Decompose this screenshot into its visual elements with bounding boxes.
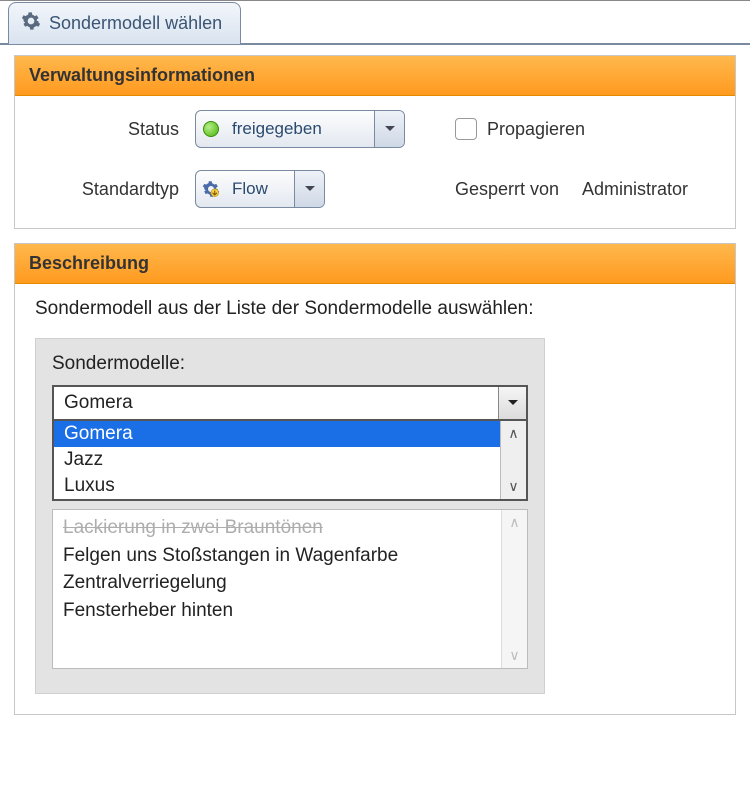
flow-gear-icon [196,180,226,198]
details-scrollbar[interactable]: ∧ ∨ [501,510,527,668]
label-standardtyp: Standardtyp [35,179,195,200]
status-active-icon [196,121,226,137]
propagate-label: Propagieren [487,119,585,140]
scroll-down-icon[interactable]: ∨ [509,647,519,664]
dropdown-scrollbar[interactable]: ∧ ∨ [500,421,526,499]
scroll-up-icon[interactable]: ∧ [508,425,518,442]
sondermodelle-option[interactable]: Luxus [54,473,500,499]
sondermodelle-box: Sondermodelle: Gomera Gomera Jazz Luxus [35,338,545,694]
panel-header-verwaltung: Verwaltungsinformationen [15,56,735,96]
propagate-checkbox[interactable] [455,118,477,140]
scroll-up-icon[interactable]: ∧ [509,514,519,531]
status-dropdown[interactable]: freigegeben [195,110,405,148]
sondermodelle-dropdown-list: Gomera Jazz Luxus ∧ ∨ [52,421,528,501]
sondermodelle-option[interactable]: Gomera [54,421,500,447]
panel-verwaltungsinformationen: Verwaltungsinformationen Status freigege… [14,55,736,229]
panel-beschreibung: Beschreibung Sondermodell aus der Liste … [14,243,736,715]
scroll-down-icon[interactable]: ∨ [508,478,518,495]
list-item: Fensterheber hinten [63,597,491,625]
standardtyp-dropdown-toggle[interactable] [294,171,324,207]
tab-row: Sondermodell wählen [0,1,750,45]
list-item: Zentralverriegelung [63,569,491,597]
standardtyp-value: Flow [226,179,294,199]
status-dropdown-toggle[interactable] [374,111,404,147]
locked-by-label: Gesperrt von [455,179,559,199]
label-status: Status [35,119,195,140]
sondermodelle-label: Sondermodelle: [52,353,528,375]
sondermodelle-dropdown-toggle[interactable] [498,387,526,419]
list-item: Felgen uns Stoßstangen in Wagenfarbe [63,542,491,570]
sondermodelle-dropdown[interactable]: Gomera Gomera Jazz Luxus ∧ [52,385,528,421]
sondermodelle-selected: Gomera [54,392,498,414]
status-value: freigegeben [226,119,374,139]
panel-header-beschreibung: Beschreibung [15,244,735,284]
standardtyp-dropdown[interactable]: Flow [195,170,325,208]
sondermodell-details-listbox[interactable]: Lackierung in zwei Brauntönen Felgen uns… [52,509,528,669]
tab-label: Sondermodell wählen [49,13,222,34]
list-item: Lackierung in zwei Brauntönen [63,514,491,542]
gear-icon [21,11,41,36]
sondermodelle-option[interactable]: Jazz [54,447,500,473]
beschreibung-intro: Sondermodell aus der Liste der Sondermod… [35,298,715,320]
tab-sondermodell-waehlen[interactable]: Sondermodell wählen [8,2,241,44]
locked-by-value: Administrator [582,179,688,199]
